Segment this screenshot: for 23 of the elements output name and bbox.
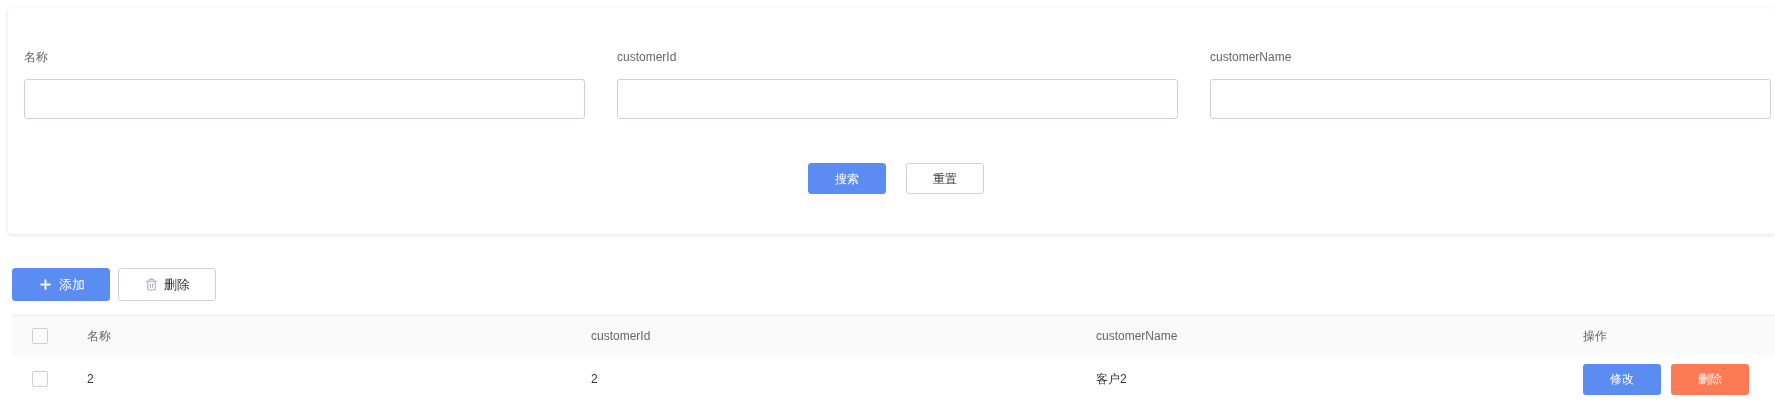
table-cell-text: 客户2: [1095, 371, 1128, 388]
delete-button[interactable]: 删除: [1671, 363, 1749, 395]
field-label: customerId: [617, 50, 678, 66]
column-header: 操作: [1583, 327, 1608, 345]
trash-icon: [144, 278, 158, 291]
table-cell-text: 2: [590, 371, 599, 388]
checkbox[interactable]: [32, 327, 48, 344]
field-label: 名称: [24, 50, 49, 66]
table-cell-text: 2: [86, 371, 95, 388]
input-field[interactable]: [24, 79, 585, 119]
delete-button[interactable]: 删除: [118, 268, 216, 301]
plus-icon: [37, 277, 53, 292]
add-button[interactable]: 添加: [12, 268, 110, 301]
column-header: customerId: [590, 327, 652, 345]
search-button[interactable]: 搜索: [807, 163, 886, 194]
reset-button[interactable]: 重置: [905, 163, 984, 194]
column-header: 名称: [86, 327, 112, 345]
input-field[interactable]: [617, 79, 1178, 119]
checkbox[interactable]: [32, 371, 48, 387]
edit-button[interactable]: 修改: [1583, 363, 1661, 395]
field-label: customerName: [1210, 50, 1293, 66]
column-header: customerName: [1095, 327, 1179, 345]
input-field[interactable]: [1210, 79, 1771, 119]
